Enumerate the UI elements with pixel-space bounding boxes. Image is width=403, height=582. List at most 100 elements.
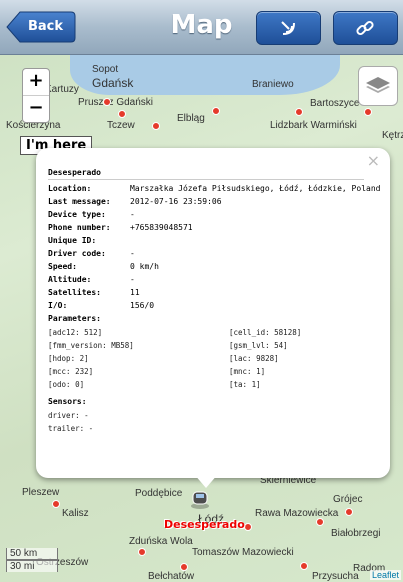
parameter-item: [mnc: 1] (229, 367, 266, 376)
popup-tip (194, 474, 218, 488)
place-label: Sopot (92, 64, 119, 75)
place-label: Braniewo (252, 79, 294, 90)
parameter-item: [adc12: 512] (48, 328, 103, 337)
place-label: Pruszcz Gdański (78, 97, 154, 108)
info-label: Device type: (48, 210, 106, 219)
parameter-item: [fmm_version: MB58] (48, 341, 134, 350)
info-label: Speed: (48, 262, 77, 271)
place-label: Bełchatów (148, 571, 195, 582)
info-row: Phone number: +765839048571 (48, 223, 193, 232)
info-value: +765839048571 (130, 223, 193, 232)
city-dot (152, 122, 160, 130)
info-row: Satellites: 11 (48, 288, 140, 297)
place-label: Lidzbark Warmiński (270, 120, 357, 131)
car-icon (191, 491, 209, 509)
parameter-item: [gsm_lvl: 54] (229, 341, 288, 350)
info-value: 0 km/h (130, 262, 159, 271)
info-label: Location: (48, 184, 92, 193)
city-dot (244, 523, 252, 531)
zoom-out-button[interactable]: − (23, 96, 49, 122)
place-label: Tomaszów Mazowiecki (192, 547, 294, 558)
scale-bar: 50 km 30 mi (6, 548, 58, 572)
close-icon[interactable]: × (367, 151, 380, 170)
info-row: Speed: 0 km/h (48, 262, 159, 271)
city-dot (103, 98, 111, 106)
place-label: Tczew (107, 120, 135, 131)
city-dot (364, 108, 372, 116)
info-row: Location: Marszałka Józefa Piłsudskiego, … (48, 184, 380, 193)
place-label: Poddębice (135, 488, 183, 499)
layers-icon (366, 77, 390, 93)
scale-mi: 30 mi (6, 560, 58, 572)
info-label: Phone number: (48, 223, 111, 232)
layers-button[interactable] (358, 66, 398, 106)
info-value: - (130, 210, 135, 219)
parameter-item: [ta: 1] (229, 380, 261, 389)
place-label: Pleszew (22, 487, 60, 498)
sensor-item: driver: - (48, 411, 89, 420)
place-label: Rawa Mazowiecka (255, 508, 339, 519)
info-label: Altitude: (48, 275, 92, 284)
sensors-heading: Sensors: (48, 397, 130, 406)
info-label: Last message: (48, 197, 111, 206)
info-row: Driver code: - (48, 249, 135, 258)
info-value: Marszałka Józefa Piłsudskiego, Łódź, Łód… (130, 184, 381, 193)
place-label: Gdańsk (92, 76, 134, 90)
attribution-link[interactable]: Leaflet (369, 570, 401, 580)
zoom-control: + − (22, 68, 50, 123)
parameter-item: [odo: 0] (48, 380, 85, 389)
city-dot (138, 548, 146, 556)
satellite-icon (281, 21, 295, 35)
info-value: 2012-07-16 23:59:06 (130, 197, 222, 206)
link-icon (356, 20, 374, 36)
parameter-item: [cell_id: 58128] (229, 328, 302, 337)
place-label: Białobrzegi (331, 528, 381, 539)
satellite-button[interactable] (256, 11, 321, 45)
info-label: I/O: (48, 301, 68, 310)
marker-label: Desesperado (164, 518, 245, 531)
parameter-item: [lac: 9828] (229, 354, 279, 363)
place-label: Kalisz (62, 508, 89, 519)
popup-title: Desesperado (48, 168, 101, 177)
city-dot (300, 562, 308, 570)
zoom-in-button[interactable]: + (23, 69, 49, 96)
city-dot (52, 500, 60, 508)
info-row: Unique ID: (48, 236, 130, 245)
parameters-label: Parameters: (48, 314, 101, 323)
place-label: Elbląg (177, 113, 205, 124)
info-row: Altitude: - (48, 275, 135, 284)
place-label: Grójec (333, 494, 363, 505)
place-label: Kętrz (382, 130, 403, 141)
info-row: I/O: 156/0 (48, 301, 154, 310)
city-dot (295, 108, 303, 116)
parameter-item: [mcc: 232] (48, 367, 94, 376)
info-label: Driver code: (48, 249, 106, 258)
city-dot (212, 107, 220, 115)
share-link-button[interactable] (333, 11, 398, 45)
navigation-bar: Back Map (0, 0, 403, 55)
place-label: Zduńska Wola (129, 536, 193, 547)
info-value: - (130, 275, 135, 284)
info-label: Unique ID: (48, 236, 97, 245)
scale-km: 50 km (6, 548, 58, 560)
info-value: 156/0 (130, 301, 155, 310)
info-label: Satellites: (48, 288, 101, 297)
divider (48, 179, 364, 180)
sensors-label: Sensors: (48, 397, 87, 406)
device-info-popup: × Desesperado Location: Marszałka Józefa … (36, 148, 390, 478)
city-dot (180, 563, 188, 571)
info-value: - (130, 249, 135, 258)
info-row: Last message: 2012-07-16 23:59:06 (48, 197, 222, 206)
sensor-item: trailer: - (48, 424, 94, 433)
parameter-item: [hdop: 2] (48, 354, 89, 363)
city-dot (345, 508, 353, 516)
parameters-heading: Parameters: (48, 314, 130, 323)
city-dot (316, 518, 324, 526)
device-marker[interactable] (190, 487, 210, 509)
place-label: Kartuzy (45, 84, 79, 95)
info-row: Device type: - (48, 210, 135, 219)
info-value: 11 (130, 288, 140, 297)
place-label: Bartoszyce (310, 98, 360, 109)
place-label: Przysucha (312, 571, 359, 582)
city-dot (118, 110, 126, 118)
